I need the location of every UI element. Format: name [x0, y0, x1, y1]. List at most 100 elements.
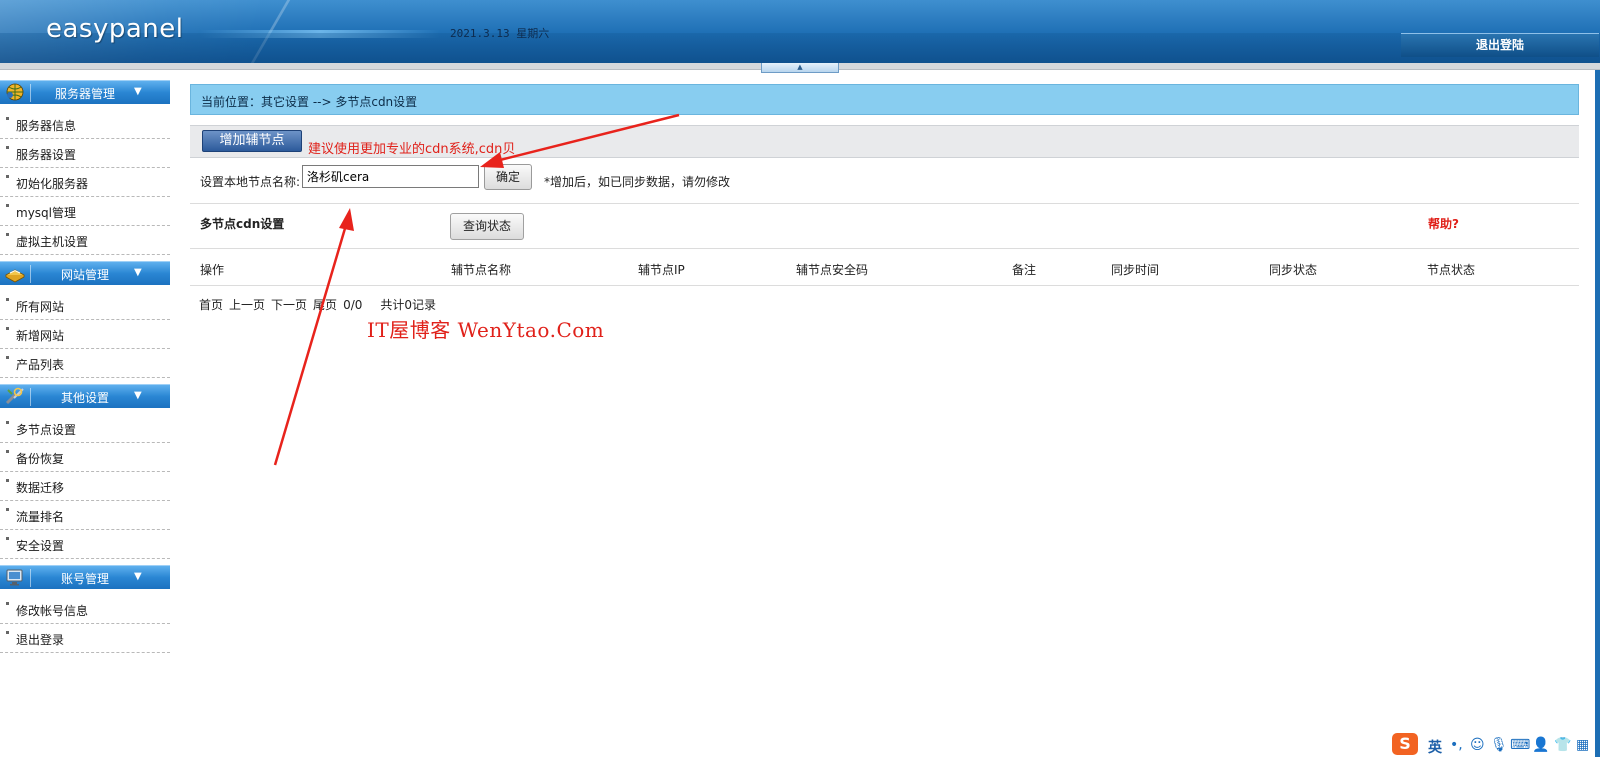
sidebar-item-init-server[interactable]: 初始化服务器	[0, 168, 170, 197]
bullet-icon	[6, 602, 9, 605]
chevron-down-icon: ▼	[134, 571, 142, 582]
sidebar-item-logout[interactable]: 退出登录	[0, 624, 170, 653]
node-name-input[interactable]	[302, 165, 479, 188]
sidebar-item-server-settings[interactable]: 服务器设置	[0, 139, 170, 168]
watermark-text: IT屋博客 WenYtao.Com	[367, 318, 605, 342]
sidebar-item-multinode[interactable]: 多节点设置	[0, 414, 170, 443]
bullet-icon	[6, 204, 9, 207]
header-date: 2021.3.13 星期六	[450, 27, 550, 40]
sidebar-item-label: mysql管理	[16, 206, 76, 220]
prev-page-link[interactable]: 上一页	[229, 298, 265, 312]
sidebar-item-label: 虚拟主机设置	[16, 235, 89, 249]
column-header-node-status: 节点状态	[1427, 263, 1476, 277]
last-page-link[interactable]: 尾页	[313, 298, 337, 312]
sidebar-section-account[interactable]: 账号管理 ▼	[0, 565, 170, 589]
chevron-down-icon: ▼	[134, 86, 142, 97]
sidebar-section-title: 服务器管理	[54, 87, 115, 101]
sidebar-item-new-site[interactable]: 新增网站	[0, 320, 170, 349]
column-header-node-name: 辅节点名称	[451, 263, 512, 277]
node-name-hint: *增加后，如已同步数据，请勿修改	[544, 175, 731, 189]
right-edge-bar	[1595, 70, 1600, 757]
recommendation-note: 建议使用更加专业的cdn系统,cdn贝	[308, 142, 516, 157]
sidebar-section-other[interactable]: 其他设置 ▼	[0, 384, 170, 408]
sidebar-item-label: 服务器设置	[16, 148, 77, 162]
ime-mode-toggle[interactable]: 英	[1428, 737, 1442, 757]
pagination: 首页 上一页 下一页 尾页 0/0 共计0记录	[199, 296, 442, 313]
bullet-icon	[6, 356, 9, 359]
sidebar-item-vhost-settings[interactable]: 虚拟主机设置	[0, 226, 170, 255]
help-link[interactable]: 帮助?	[1428, 215, 1459, 232]
page-indicator: 0/0	[343, 298, 363, 312]
sidebar-item-security-settings[interactable]: 安全设置	[0, 530, 170, 559]
column-header-remark: 备注	[1012, 263, 1037, 277]
sogou-ime-icon[interactable]: S	[1392, 733, 1418, 755]
logout-button[interactable]: 退出登陆	[1401, 33, 1599, 57]
confirm-button[interactable]: 确定	[484, 164, 532, 190]
local-node-form: 设置本地节点名称: 确定 *增加后，如已同步数据，请勿修改	[190, 160, 1579, 204]
bullet-icon	[6, 175, 9, 178]
sidebar-item-label: 初始化服务器	[16, 177, 89, 191]
sidebar-section-title: 账号管理	[60, 572, 109, 586]
top-header: easypanel 2021.3.13 星期六 退出登陆	[0, 0, 1600, 63]
bullet-icon	[6, 450, 9, 453]
sidebar-item-label: 备份恢复	[16, 452, 65, 466]
sidebar-item-label: 新增网站	[16, 329, 65, 343]
sidebar-item-label: 多节点设置	[16, 423, 77, 437]
sidebar-item-edit-account[interactable]: 修改帐号信息	[0, 595, 170, 624]
sidebar-item-label: 所有网站	[16, 300, 65, 314]
punctuation-icon[interactable]: •,	[1450, 737, 1463, 753]
keyboard-icon[interactable]: ⌨	[1510, 737, 1530, 753]
column-header-node-ip: 辅节点IP	[638, 263, 685, 277]
bullet-icon	[6, 508, 9, 511]
sidebar-item-data-migration[interactable]: 数据迁移	[0, 472, 170, 501]
bullet-icon	[6, 233, 9, 236]
sidebar-item-product-list[interactable]: 产品列表	[0, 349, 170, 378]
header-band	[0, 33, 1600, 63]
emoji-icon[interactable]: ☺	[1470, 737, 1485, 753]
first-page-link[interactable]: 首页	[199, 298, 223, 312]
next-page-link[interactable]: 下一页	[271, 298, 307, 312]
collapse-header-toggle[interactable]: ▲	[761, 63, 839, 73]
grid-icon[interactable]: ▦	[1576, 737, 1589, 753]
breadcrumb: 当前位置：其它设置 --> 多节点cdn设置	[190, 84, 1579, 115]
record-count: 共计0记录	[380, 298, 437, 312]
column-header-action: 操作	[200, 263, 225, 277]
microphone-icon[interactable]: 🎙	[1490, 737, 1508, 753]
column-header-sync-time: 同步时间	[1111, 263, 1160, 277]
sidebar-item-backup-restore[interactable]: 备份恢复	[0, 443, 170, 472]
bullet-icon	[6, 537, 9, 540]
breadcrumb-text: 当前位置：其它设置 --> 多节点cdn设置	[201, 95, 418, 109]
sidebar-section-server[interactable]: 服务器管理 ▼	[0, 80, 170, 104]
bullet-icon	[6, 117, 9, 120]
chevron-down-icon: ▼	[134, 390, 142, 401]
bullet-icon	[6, 146, 9, 149]
bullet-icon	[6, 421, 9, 424]
sidebar: 服务器管理 ▼ 服务器信息 服务器设置 初始化服务器 mysql管理 虚拟主机设…	[0, 80, 170, 653]
sidebar-item-label: 修改帐号信息	[16, 604, 89, 618]
sidebar-item-label: 退出登录	[16, 633, 65, 647]
ime-toolbar: S 英 •, ☺ 🎙 ⌨ 👤 👕 ▦	[1392, 733, 1600, 757]
query-status-button[interactable]: 查询状态	[450, 213, 524, 240]
section-title: 多节点cdn设置	[200, 217, 285, 231]
sidebar-item-traffic-ranking[interactable]: 流量排名	[0, 501, 170, 530]
bullet-icon	[6, 631, 9, 634]
bullet-icon	[6, 327, 9, 330]
sidebar-section-website[interactable]: 网站管理 ▼	[0, 261, 170, 285]
shirt-icon[interactable]: 👕	[1554, 737, 1571, 753]
sidebar-item-label: 服务器信息	[16, 119, 77, 133]
toolbar: 增加辅节点 建议使用更加专业的cdn系统,cdn贝	[190, 125, 1579, 158]
multinode-section-header: 多节点cdn设置 查询状态 帮助?	[190, 205, 1579, 249]
add-secondary-node-button[interactable]: 增加辅节点	[202, 130, 302, 152]
sidebar-item-all-sites[interactable]: 所有网站	[0, 291, 170, 320]
sidebar-item-label: 流量排名	[16, 510, 65, 524]
column-header-security-code: 辅节点安全码	[796, 263, 869, 277]
sidebar-section-title: 网站管理	[60, 268, 109, 282]
node-name-label: 设置本地节点名称:	[200, 175, 301, 189]
column-header-sync-status: 同步状态	[1269, 263, 1318, 277]
sidebar-item-server-info[interactable]: 服务器信息	[0, 110, 170, 139]
sidebar-item-mysql[interactable]: mysql管理	[0, 197, 170, 226]
chevron-up-icon: ▲	[797, 63, 803, 71]
sidebar-item-label: 数据迁移	[16, 481, 65, 495]
sidebar-item-label: 安全设置	[16, 539, 65, 553]
user-icon[interactable]: 👤	[1532, 737, 1549, 753]
